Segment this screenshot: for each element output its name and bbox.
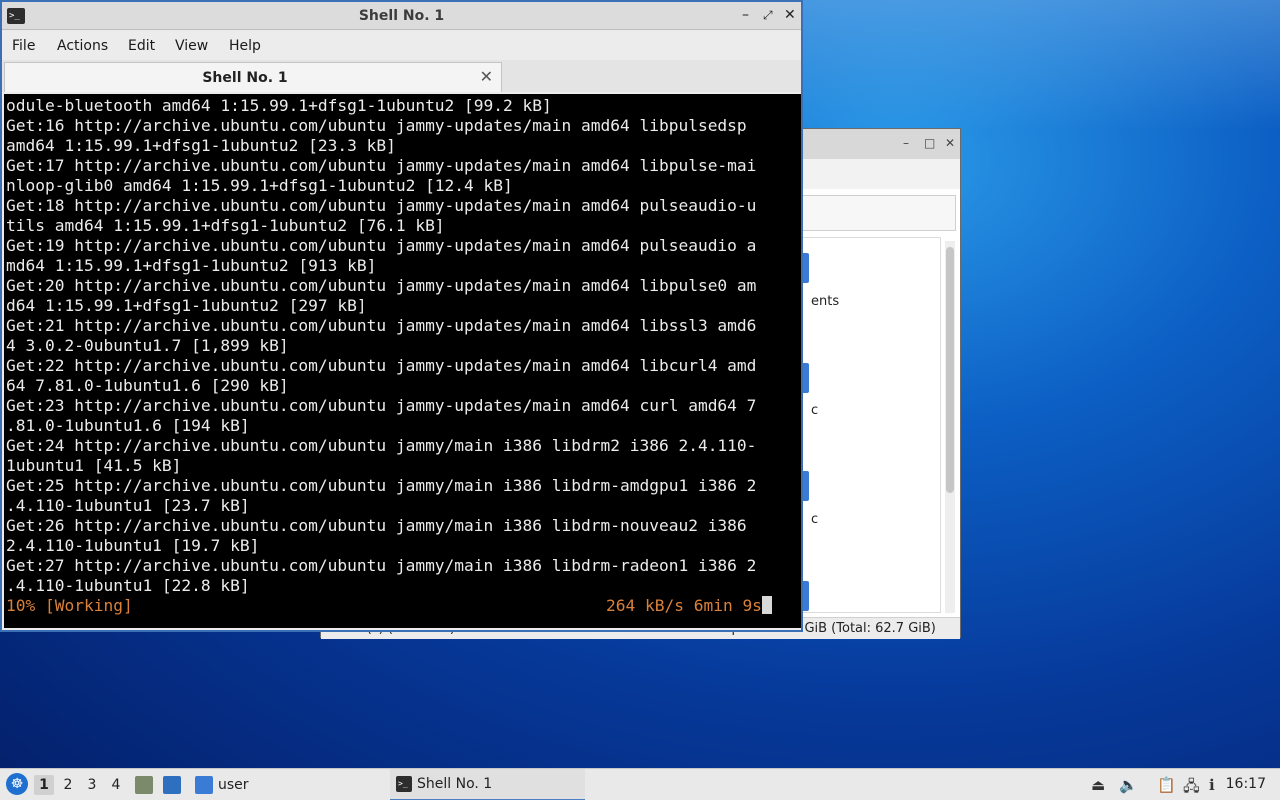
output-line: Get:17 http://archive.ubuntu.com/ubuntu … [6,156,757,175]
terminal-output[interactable]: odule-bluetooth amd64 1:15.99.1+dfsg1-1u… [4,94,801,628]
output-line: amd64 1:15.99.1+dfsg1-1ubuntu2 [23.3 kB] [6,136,396,155]
output-line: Get:18 http://archive.ubuntu.com/ubuntu … [6,196,757,215]
output-line: nloop-glib0 amd64 1:15.99.1+dfsg1-1ubunt… [6,176,513,195]
clock[interactable]: 16:17 [1226,776,1266,792]
output-line: 2.4.110-1ubuntu1 [19.7 kB] [6,536,260,555]
wallpaper-highlight [800,0,1280,130]
apt-progress-rate: 264 kB/s 6min 9s [606,596,762,615]
taskbar-task-shell-1[interactable]: >_ Shell No. 1 [390,769,585,800]
side-pane-item[interactable]: ents [811,294,839,309]
output-line: Get:25 http://archive.ubuntu.com/ubuntu … [6,476,757,495]
network-icon[interactable]: 🖧 [1183,776,1200,800]
output-line: 64 7.81.0-1ubuntu1.6 [290 kB] [6,376,289,395]
desktop-switch-3[interactable]: 3 [82,775,102,795]
tab-shell-1[interactable]: Shell No. 1 ✕ [4,62,502,92]
output-line: odule-bluetooth amd64 1:15.99.1+dfsg1-1u… [6,96,552,115]
terminal-window[interactable]: >_ Shell No. 1 – ⤢ ✕ File Actions Edit V… [0,0,803,632]
update-notifier-icon[interactable]: ℹ [1209,776,1215,794]
output-line: tils amd64 1:15.99.1+dfsg1-1ubuntu2 [76.… [6,216,445,235]
output-line: .4.110-1ubuntu1 [22.8 kB] [6,576,250,595]
output-line: Get:21 http://archive.ubuntu.com/ubuntu … [6,316,757,335]
output-line: md64 1:15.99.1+dfsg1-1ubuntu2 [913 kB] [6,256,377,275]
text-cursor [761,596,772,614]
output-line: .81.0-1ubuntu1.6 [194 kB] [6,416,250,435]
home-folder-label[interactable]: user [218,769,249,800]
desktop-switch-1[interactable]: 1 [34,775,54,795]
scrollbar-thumb[interactable] [946,247,954,493]
show-desktop-icon[interactable] [163,776,181,794]
output-line: d64 1:15.99.1+dfsg1-1ubuntu2 [297 kB] [6,296,367,315]
maximize-icon[interactable]: ⤢ [763,7,773,23]
menu-file[interactable]: File [12,38,35,54]
file-manager-launcher-icon[interactable] [135,776,153,794]
output-line: Get:16 http://archive.ubuntu.com/ubuntu … [6,116,747,135]
output-line: Get:22 http://archive.ubuntu.com/ubuntu … [6,356,757,375]
menu-view[interactable]: View [175,38,208,54]
home-folder-icon[interactable] [195,776,213,794]
task-label: Shell No. 1 [417,776,493,792]
clipboard-icon[interactable]: 📋 [1157,776,1176,794]
apt-progress-status: 10% [Working] [6,596,133,615]
start-menu-icon[interactable]: ☸ [6,773,28,795]
close-icon[interactable]: ✕ [945,136,955,150]
file-manager-path-bar[interactable] [801,195,956,231]
maximize-icon[interactable]: □ [924,136,935,150]
close-tab-icon[interactable]: ✕ [480,67,493,86]
output-line: Get:20 http://archive.ubuntu.com/ubuntu … [6,276,757,295]
terminal-titlebar[interactable]: >_ Shell No. 1 – ⤢ ✕ [2,2,801,30]
minimize-icon[interactable]: – [742,7,749,23]
terminal-app-icon: >_ [396,776,412,792]
taskbar: ☸ 1 2 3 4 user >_ Shell No. 1 ⏏ 🔈 📋 🖧 ℹ … [0,768,1280,800]
output-line: Get:27 http://archive.ubuntu.com/ubuntu … [6,556,757,575]
menu-edit[interactable]: Edit [128,38,155,54]
output-line: Get:26 http://archive.ubuntu.com/ubuntu … [6,516,747,535]
apt-progress-speed: 264 kB/s 6min 9s [606,596,772,616]
minimize-icon[interactable]: – [903,136,909,150]
menubar: File Actions Edit View Help [2,30,801,60]
side-pane-item[interactable]: c [811,403,818,418]
menu-help[interactable]: Help [229,38,261,54]
output-line: 1ubuntu1 [41.5 kB] [6,456,182,475]
desktop-switch-2[interactable]: 2 [58,775,78,795]
tab-bar: Shell No. 1 ✕ [2,60,801,92]
side-pane-item[interactable]: c [811,512,818,527]
output-line: Get:24 http://archive.ubuntu.com/ubuntu … [6,436,757,455]
tab-label: Shell No. 1 [202,70,288,86]
desktop-switch-4[interactable]: 4 [106,775,126,795]
output-line: 4 3.0.2-0ubuntu1.7 [1,899 kB] [6,336,289,355]
volume-icon[interactable]: 🔈 [1119,776,1138,794]
apt-progress-line: 10% [Working] 264 kB/s 6min 9s [6,596,801,616]
output-line: .4.110-1ubuntu1 [23.7 kB] [6,496,250,515]
output-line: Get:19 http://archive.ubuntu.com/ubuntu … [6,236,757,255]
menu-actions[interactable]: Actions [57,38,108,54]
window-title: Shell No. 1 [358,8,445,24]
eject-icon[interactable]: ⏏ [1091,776,1105,794]
close-icon[interactable]: ✕ [784,7,796,23]
output-line: Get:23 http://archive.ubuntu.com/ubuntu … [6,396,757,415]
